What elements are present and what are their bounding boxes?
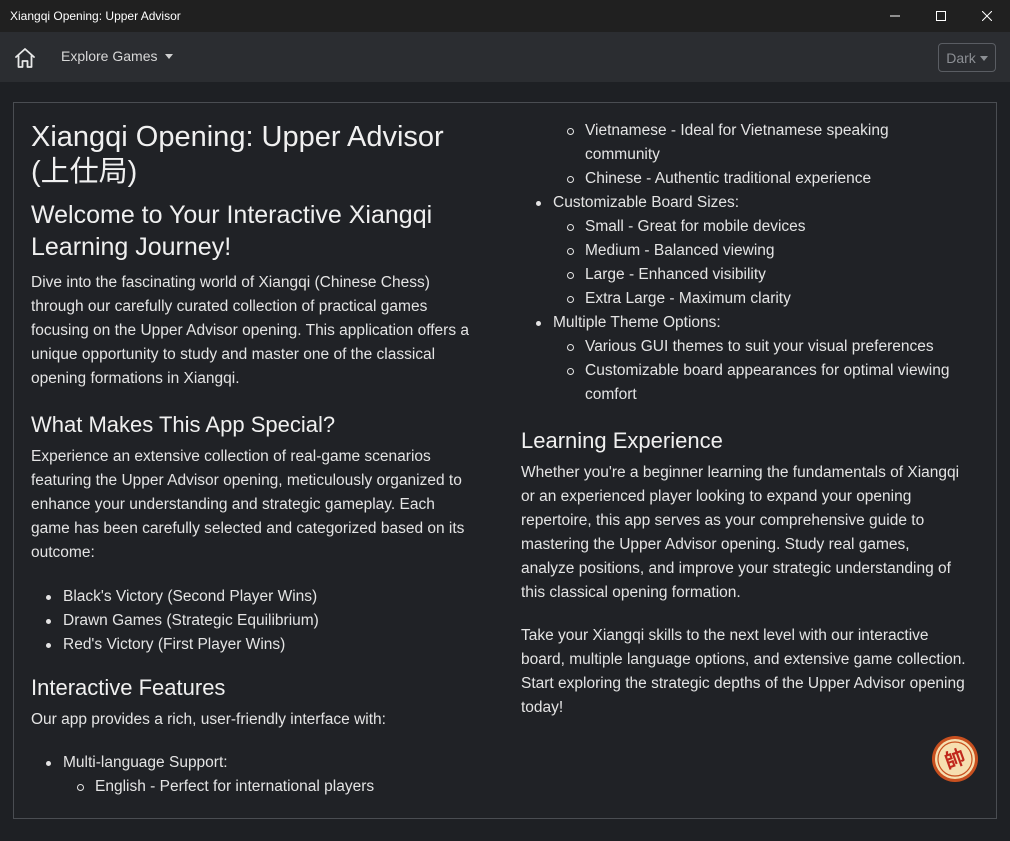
left-column: Xiangqi Opening: Upper Advisor (上仕局) Wel…: [31, 103, 493, 799]
list-item: Customizable board appearances for optim…: [553, 359, 983, 407]
text-line: through our carefully curated collection…: [31, 298, 428, 315]
list-item-label: Multi-language Support:: [63, 754, 228, 771]
features-heading: Interactive Features: [31, 675, 226, 700]
text-line: Take your Xiangqi skills to the next lev…: [521, 627, 929, 644]
close-button[interactable]: [964, 0, 1010, 32]
page-title-chinese: (上仕局): [31, 156, 138, 188]
home-button[interactable]: [12, 45, 38, 71]
text-line: unique opportunity to study and master o…: [31, 346, 436, 363]
home-icon: [15, 48, 35, 68]
board-size-list: Small - Great for mobile devices Medium …: [553, 215, 983, 311]
text-line: Vietnamese - Ideal for Vietnamese speaki…: [585, 122, 889, 139]
text-line: enhance your understanding and strategic…: [31, 496, 435, 513]
welcome-heading: Welcome to Your Interactive Xiangqi Lear…: [31, 199, 493, 263]
text-line: analyze positions, and improve your stra…: [521, 560, 951, 577]
features-list: Multi-language Support: English - Perfec…: [31, 751, 493, 799]
close-icon: [982, 11, 992, 21]
page-title-line: Xiangqi Opening: Upper Advisor: [31, 121, 444, 153]
text-line: Dive into the fascinating world of Xiang…: [31, 274, 430, 291]
text-line: Experience an extensive collection of re…: [31, 448, 431, 465]
text-line: board, multiple language options, and ex…: [521, 651, 966, 668]
language-list-continued: Vietnamese - Ideal for Vietnamese speaki…: [553, 119, 983, 191]
theme-dropdown[interactable]: Dark: [938, 43, 996, 72]
list-item: Drawn Games (Strategic Equilibrium): [31, 609, 493, 633]
explore-games-dropdown[interactable]: Explore Games: [61, 48, 174, 64]
minimize-button[interactable]: [872, 0, 918, 32]
maximize-icon: [936, 11, 946, 21]
text-line: Start exploring the strategic depths of …: [521, 675, 965, 692]
theme-label: Dark: [946, 49, 976, 66]
learning-paragraph: Whether you're a beginner learning the f…: [521, 461, 983, 605]
right-column: Vietnamese - Ideal for Vietnamese speaki…: [521, 103, 983, 720]
list-item-label: Customizable Board Sizes:: [553, 194, 740, 211]
welcome-heading-line: Learning Journey!: [31, 233, 232, 261]
list-item: Multi-language Support: English - Perfec…: [31, 751, 493, 799]
closing-paragraph: Take your Xiangqi skills to the next lev…: [521, 624, 983, 720]
intro-paragraph: Dive into the fascinating world of Xiang…: [31, 271, 493, 391]
explore-games-label: Explore Games: [61, 48, 158, 64]
text-line: outcome:: [31, 544, 95, 561]
text-line: opening formations in Xiangqi.: [31, 370, 240, 387]
list-item: Large - Enhanced visibility: [553, 263, 983, 287]
language-list: English - Perfect for international play…: [63, 775, 493, 799]
features-list-continued: Customizable Board Sizes: Small - Great …: [521, 191, 983, 407]
list-item: Various GUI themes to suit your visual p…: [553, 335, 983, 359]
text-line: comfort: [585, 386, 637, 403]
list-item: Chinese - Authentic traditional experien…: [553, 167, 983, 191]
theme-options-list: Various GUI themes to suit your visual p…: [553, 335, 983, 407]
list-item: Black's Victory (Second Player Wins): [31, 585, 493, 609]
text-line: repertoire, this app serves as your comp…: [521, 512, 925, 529]
welcome-heading-line: Welcome to Your Interactive Xiangqi: [31, 201, 433, 229]
text-line: Customizable board appearances for optim…: [585, 362, 950, 379]
features-intro: Our app provides a rich, user-friendly i…: [31, 711, 386, 728]
outcomes-list: Black's Victory (Second Player Wins) Dra…: [31, 585, 493, 657]
xiangqi-piece-logo[interactable]: 帥: [931, 735, 979, 783]
list-item: Small - Great for mobile devices: [553, 215, 983, 239]
text-line: featuring the Upper Advisor opening, met…: [31, 472, 462, 489]
text-line: or an experienced player looking to expa…: [521, 488, 912, 505]
list-item: Multiple Theme Options: Various GUI them…: [521, 311, 983, 407]
list-item-label: Multiple Theme Options:: [553, 314, 721, 331]
text-line: this classical opening formation.: [521, 584, 741, 601]
window-title: Xiangqi Opening: Upper Advisor: [10, 9, 181, 23]
list-item: Customizable Board Sizes: Small - Great …: [521, 191, 983, 311]
list-item: Medium - Balanced viewing: [553, 239, 983, 263]
text-line: Whether you're a beginner learning the f…: [521, 464, 960, 481]
xiangqi-piece-icon: 帥: [932, 736, 978, 782]
top-navbar: Explore Games: [0, 32, 1010, 82]
list-item: Extra Large - Maximum clarity: [553, 287, 983, 311]
page-title: Xiangqi Opening: Upper Advisor (上仕局): [31, 120, 493, 190]
special-heading: What Makes This App Special?: [31, 412, 336, 437]
text-line: mastering the Upper Advisor opening. Stu…: [521, 536, 910, 553]
list-item: Vietnamese - Ideal for Vietnamese speaki…: [553, 119, 983, 167]
list-item: English - Perfect for international play…: [63, 775, 493, 799]
text-line: game has been carefully selected and cat…: [31, 520, 465, 537]
chevron-down-icon: [979, 55, 988, 61]
minimize-icon: [890, 15, 900, 17]
content-panel[interactable]: Xiangqi Opening: Upper Advisor (上仕局) Wel…: [13, 102, 997, 819]
learning-heading: Learning Experience: [521, 428, 723, 453]
maximize-button[interactable]: [918, 0, 964, 32]
window-titlebar: Xiangqi Opening: Upper Advisor: [0, 0, 1010, 33]
list-item: Red's Victory (First Player Wins): [31, 633, 493, 657]
text-line: today!: [521, 699, 564, 716]
text-line: community: [585, 146, 660, 163]
text-line: focusing on the Upper Advisor opening. T…: [31, 322, 470, 339]
chevron-down-icon: [165, 54, 174, 59]
special-paragraph: Experience an extensive collection of re…: [31, 445, 493, 565]
